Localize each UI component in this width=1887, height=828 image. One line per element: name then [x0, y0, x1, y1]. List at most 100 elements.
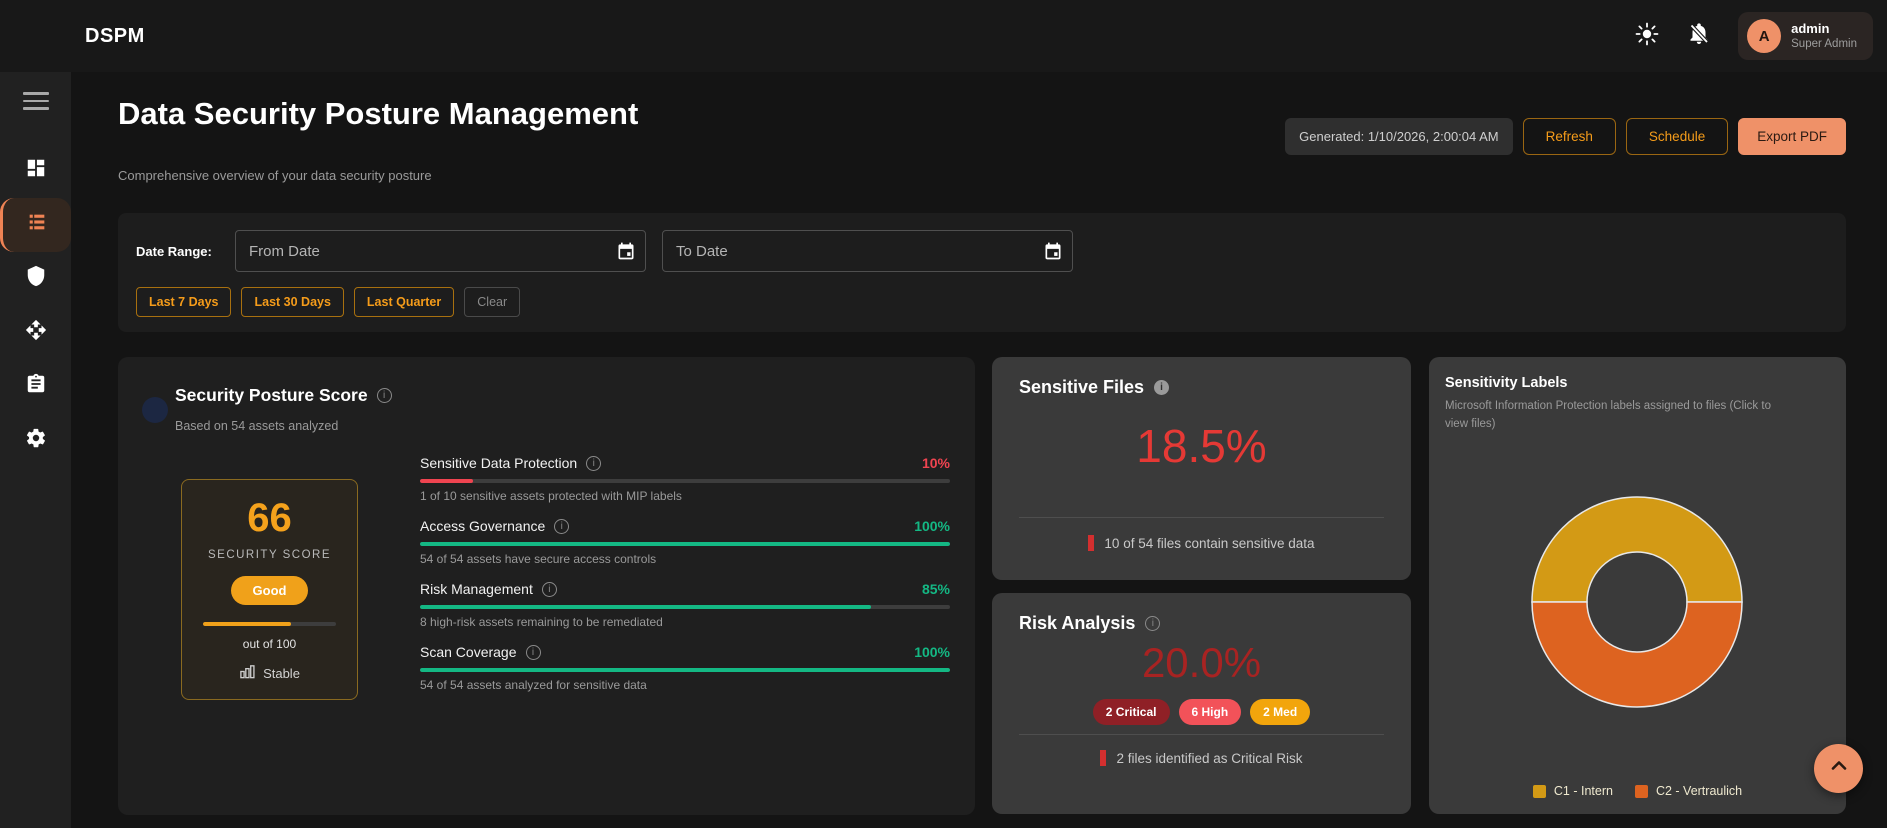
sensitive-files-title: Sensitive Files	[1019, 377, 1145, 397]
shield-icon	[25, 265, 47, 292]
info-icon[interactable]: i	[1145, 616, 1161, 631]
metric-progress-track	[420, 668, 950, 672]
divider	[1019, 734, 1384, 735]
sidebar-item-audit[interactable]	[0, 360, 71, 414]
medium-badge: 2 Med	[1250, 699, 1311, 725]
avatar: A	[1747, 19, 1782, 53]
report-list-icon	[26, 211, 48, 238]
metric-progress-fill	[420, 542, 950, 546]
info-icon[interactable]: i	[525, 644, 541, 660]
header-actions: Generated: 1/10/2026, 2:00:04 AM Refresh…	[1285, 118, 1846, 155]
sensitivity-labels-subtitle: Microsoft Information Protection labels …	[1445, 400, 1771, 431]
sidebar-item-reports[interactable]	[0, 197, 71, 252]
rating-badge: Good	[230, 576, 309, 605]
security-score-value: 66	[247, 496, 292, 540]
decor-dot	[142, 397, 168, 423]
metric-value: 85%	[921, 581, 950, 597]
metric-risk-management: Risk Management i 85% 8 high-risk assets…	[420, 581, 950, 629]
sidebar-item-dashboard[interactable]	[0, 144, 71, 198]
sidebar	[0, 72, 71, 828]
red-tick-icon	[1088, 535, 1095, 551]
metric-description: 54 of 54 assets have secure access contr…	[420, 552, 657, 566]
metric-description: 54 of 54 assets analyzed for sensitive d…	[420, 678, 647, 692]
chart-legend: C1 - Intern C2 - Vertraulich	[1429, 784, 1846, 798]
preset-last-quarter-button[interactable]: Last Quarter	[353, 287, 455, 317]
score-trend: Stable	[239, 663, 300, 683]
sidebar-item-settings[interactable]	[0, 414, 71, 468]
sensitive-files-caption: 10 of 54 files contain sensitive data	[1104, 535, 1315, 551]
risk-badges: 2 Critical 6 High 2 Med	[992, 699, 1411, 725]
legend-item-c1[interactable]: C1 - Intern	[1532, 784, 1613, 798]
to-date-input[interactable]	[662, 230, 1073, 272]
metric-progress-fill	[420, 668, 950, 672]
security-posture-score-card: Security Posture Score i Based on 54 ass…	[118, 357, 975, 815]
hamburger-icon	[22, 92, 49, 95]
sidebar-nav	[0, 144, 71, 468]
theme-toggle-button[interactable]	[1634, 22, 1660, 51]
donut-slice-c1-intern	[1531, 496, 1743, 603]
from-date-wrapper	[235, 230, 646, 272]
risk-analysis-percent: 20.0%	[1141, 639, 1262, 686]
date-range-panel: Date Range: Last 7 Days Last 30 Days Las…	[118, 213, 1846, 332]
scroll-to-top-button[interactable]	[1814, 744, 1863, 793]
sensitivity-labels-title: Sensitivity Labels	[1445, 375, 1568, 391]
legend-item-c2[interactable]: C2 - Vertraulich	[1634, 784, 1742, 798]
red-tick-icon	[1100, 750, 1107, 766]
dspm-dashboard: DSPM A admin Super Admin Data Security P…	[0, 0, 1887, 828]
donut-slice-c2-vertraulich	[1531, 601, 1743, 708]
user-name: admin	[1791, 20, 1830, 36]
date-range-label: Date Range:	[136, 243, 212, 259]
gear-icon	[25, 427, 47, 454]
score-out-of: out of 100	[242, 637, 297, 651]
sensitive-files-card: Sensitive Files i 18.5% 10 of 54 files c…	[992, 357, 1411, 580]
score-card-subtitle: Based on 54 assets analyzed	[175, 419, 339, 433]
divider	[1019, 517, 1384, 518]
bell-off-icon	[1687, 22, 1711, 51]
metric-scan-coverage: Scan Coverage i 100% 54 of 54 assets ana…	[420, 644, 950, 692]
generated-timestamp: Generated: 1/10/2026, 2:00:04 AM	[1285, 118, 1513, 155]
sidebar-item-security[interactable]	[0, 252, 71, 306]
topbar-actions: A admin Super Admin	[1634, 12, 1873, 60]
hamburger-menu-button[interactable]	[22, 92, 49, 110]
sun-icon	[1635, 22, 1659, 51]
score-card-title: Security Posture Score	[175, 385, 368, 405]
sidebar-item-data-movement[interactable]	[0, 306, 71, 360]
info-icon[interactable]: i	[586, 455, 602, 471]
preset-last-30-days-button[interactable]: Last 30 Days	[241, 287, 344, 317]
notifications-muted-button[interactable]	[1686, 22, 1712, 51]
preset-last-7-days-button[interactable]: Last 7 Days	[136, 287, 232, 317]
metric-progress-fill	[420, 479, 473, 483]
refresh-button[interactable]: Refresh	[1522, 118, 1616, 155]
clear-dates-button[interactable]: Clear	[464, 287, 521, 317]
metric-description: 8 high-risk assets remaining to be remed…	[420, 615, 663, 629]
app-logo: DSPM	[85, 24, 145, 47]
export-pdf-button[interactable]: Export PDF	[1738, 118, 1846, 155]
page-title: Data Security Posture Management	[118, 96, 639, 131]
metric-progress-fill	[420, 605, 871, 609]
score-progress-track	[203, 622, 336, 626]
sensitivity-donut-chart[interactable]	[1525, 490, 1749, 714]
metric-value: 100%	[914, 518, 950, 534]
high-badge: 6 High	[1178, 699, 1242, 725]
risk-analysis-card: Risk Analysis i 20.0% 2 Critical 6 High …	[992, 593, 1411, 814]
move-icon	[25, 319, 47, 346]
metric-access-governance: Access Governance i 100% 54 of 54 assets…	[420, 518, 950, 566]
metric-sensitive-data-protection: Sensitive Data Protection i 10% 1 of 10 …	[420, 455, 950, 503]
info-icon[interactable]: i	[376, 388, 392, 403]
dashboard-icon	[25, 157, 47, 184]
calendar-icon[interactable]	[1043, 241, 1063, 261]
info-icon[interactable]: i	[541, 581, 557, 597]
info-icon[interactable]: i	[554, 518, 570, 534]
info-icon[interactable]: i	[1154, 380, 1170, 395]
trend-label: Stable	[263, 665, 300, 681]
clipboard-icon	[25, 373, 47, 400]
user-menu[interactable]: A admin Super Admin	[1738, 12, 1873, 60]
schedule-button[interactable]: Schedule	[1625, 118, 1729, 155]
to-date-wrapper	[662, 230, 1073, 272]
score-metrics: Sensitive Data Protection i 10% 1 of 10 …	[420, 455, 950, 707]
metric-progress-track	[420, 479, 950, 483]
from-date-input[interactable]	[235, 230, 646, 272]
sensitive-files-percent: 18.5%	[1136, 420, 1267, 472]
calendar-icon[interactable]	[616, 241, 636, 261]
metric-progress-track	[420, 605, 950, 609]
